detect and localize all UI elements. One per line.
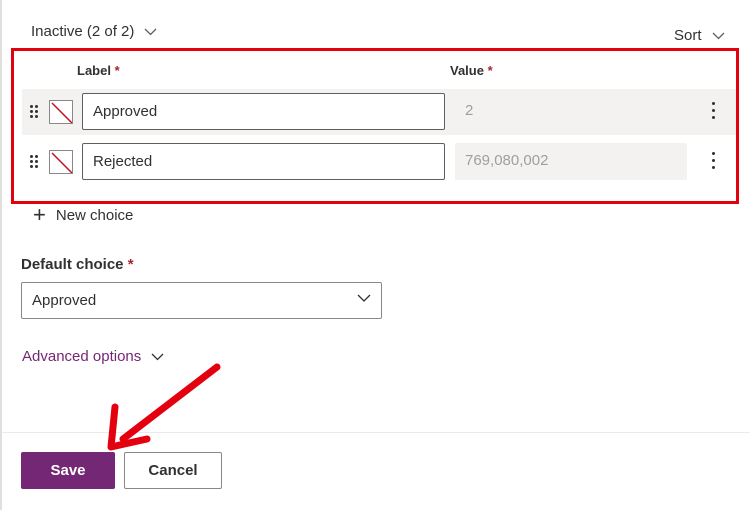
default-choice-value: Approved bbox=[32, 292, 97, 309]
highlight-frame bbox=[11, 48, 739, 204]
sort-button[interactable]: Sort bbox=[674, 27, 725, 44]
new-choice-label: New choice bbox=[55, 206, 134, 224]
inactive-section-toggle[interactable]: Inactive (2 of 2) bbox=[31, 23, 157, 40]
default-choice-label: Default choice * bbox=[21, 256, 134, 273]
new-choice-button[interactable]: + New choice bbox=[33, 202, 134, 227]
chevron-down-icon bbox=[144, 28, 157, 35]
default-choice-select[interactable]: Approved bbox=[21, 282, 382, 319]
required-mark: * bbox=[127, 256, 134, 273]
chevron-down-icon bbox=[357, 294, 371, 302]
plus-icon: + bbox=[33, 202, 46, 227]
chevron-down-icon bbox=[712, 32, 724, 39]
sort-label: Sort bbox=[674, 27, 702, 44]
annotation-arrow-icon bbox=[107, 363, 221, 451]
inactive-section-title: Inactive (2 of 2) bbox=[31, 23, 135, 40]
panel-left-border bbox=[0, 0, 2, 510]
default-choice-title: Default choice bbox=[21, 256, 124, 273]
